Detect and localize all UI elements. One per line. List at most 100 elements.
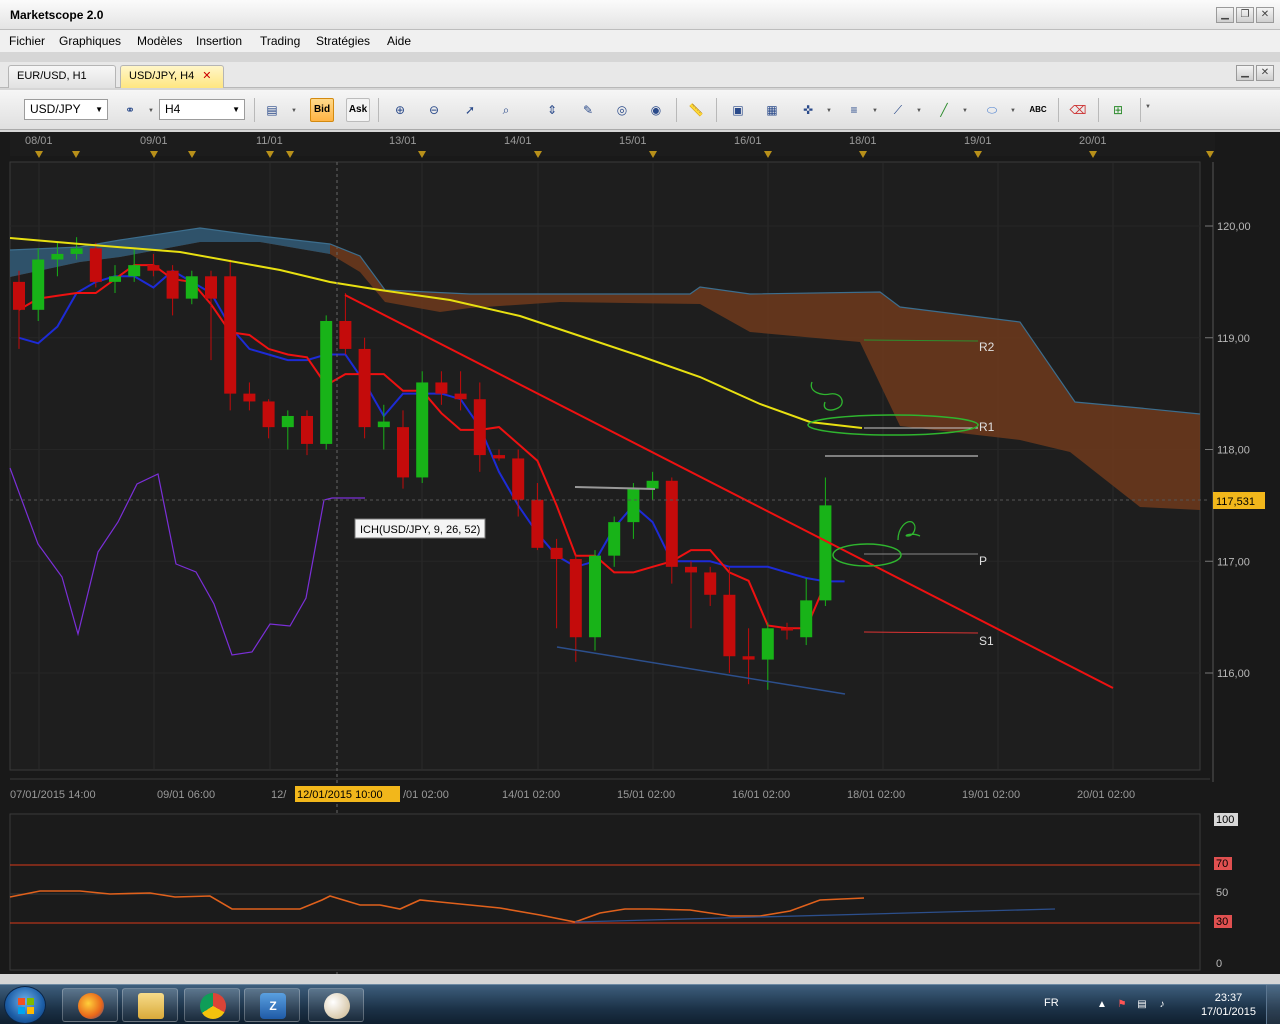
link-charts-icon[interactable]: ⚭	[118, 98, 142, 122]
candle-body[interactable]	[397, 427, 409, 478]
candle-body[interactable]	[435, 382, 448, 394]
dropdown-arrow-icon[interactable]: ▼	[872, 108, 878, 114]
firefox-taskbar-button[interactable]	[62, 988, 118, 1022]
close-button[interactable]: ✕	[1256, 7, 1274, 23]
candle-body[interactable]	[685, 566, 697, 573]
magnifier-icon[interactable]: ⌕	[494, 98, 518, 122]
ruler-icon[interactable]: 📏	[684, 98, 708, 122]
fan-lines-icon[interactable]: ⟋	[886, 98, 910, 122]
candle-body[interactable]	[627, 488, 640, 523]
start-button[interactable]	[4, 986, 46, 1024]
zoom-in-icon[interactable]: ⊕	[388, 98, 412, 122]
candle-body[interactable]	[262, 401, 275, 428]
price-chart[interactable]: ICH(USD/JPY, 9, 26, 52) R2 R1 P S1 120,0…	[0, 132, 1280, 974]
dropdown-arrow-icon[interactable]: ▼	[916, 108, 922, 114]
candle-body[interactable]	[761, 628, 774, 660]
menu-graphiques[interactable]: Graphiques	[59, 34, 121, 48]
candle-body[interactable]	[569, 559, 582, 638]
candle-body[interactable]	[742, 656, 755, 660]
dropdown-arrow-icon[interactable]: ▼	[291, 108, 297, 114]
menu-insertion[interactable]: Insertion	[196, 34, 242, 48]
language-indicator[interactable]: FR	[1044, 997, 1059, 1009]
candle-body[interactable]	[512, 458, 525, 500]
tab-eurusd-h1[interactable]: EUR/USD, H1	[8, 65, 116, 88]
candle-body[interactable]	[531, 499, 544, 548]
candle-body[interactable]	[301, 415, 313, 444]
dropdown-arrow-icon[interactable]: ▼	[1010, 108, 1016, 114]
show-hidden-icons-icon[interactable]: ▲	[1096, 999, 1108, 1011]
chart-container[interactable]: ICH(USD/JPY, 9, 26, 52) R2 R1 P S1 120,0…	[0, 132, 1280, 974]
tab-usdjpy-h4[interactable]: USD/JPY, H4 ✕	[120, 65, 224, 88]
timeframe-select[interactable]: H4 ▼	[159, 99, 245, 120]
candle-body[interactable]	[185, 276, 198, 299]
minimize-button[interactable]: ▁	[1216, 7, 1234, 23]
menu-strategies[interactable]: Stratégies	[316, 34, 370, 48]
candle-body[interactable]	[646, 480, 659, 489]
close-tab-icon[interactable]: ✕	[202, 70, 211, 82]
candle-body[interactable]	[13, 281, 25, 310]
candle-body[interactable]	[243, 393, 256, 402]
candle-body[interactable]	[89, 248, 102, 282]
chrome-taskbar-button[interactable]	[184, 988, 240, 1022]
candle-body[interactable]	[723, 594, 736, 657]
hierarchy-icon[interactable]: ⊞	[1106, 98, 1130, 122]
signal-icon[interactable]: ◎	[610, 98, 634, 122]
candle-body[interactable]	[781, 628, 793, 631]
paint-taskbar-button[interactable]	[308, 988, 364, 1022]
template-icon[interactable]: ▦	[760, 98, 784, 122]
eraser-icon[interactable]: ⌫	[1066, 98, 1090, 122]
text-tool-icon[interactable]: ABC	[1026, 98, 1050, 122]
candle-body[interactable]	[51, 253, 64, 260]
candle-body[interactable]	[32, 259, 45, 310]
cursor-icon[interactable]: ➚	[458, 98, 482, 122]
candle-body[interactable]	[109, 276, 121, 282]
dropdown-arrow-icon[interactable]: ▼	[148, 108, 154, 114]
toolbar-overflow-icon[interactable]: ▼	[1145, 104, 1151, 110]
restore-button[interactable]: ❐	[1236, 7, 1254, 23]
candle-body[interactable]	[70, 248, 83, 254]
horizontal-line-icon[interactable]: ≡	[842, 98, 866, 122]
chart-type-icon[interactable]: ▤	[260, 98, 284, 122]
zoom-out-icon[interactable]: ⊖	[422, 98, 446, 122]
candle-body[interactable]	[416, 382, 429, 478]
menu-trading[interactable]: Trading	[260, 34, 300, 48]
trend-line-icon[interactable]: ╱	[932, 98, 956, 122]
volume-icon[interactable]: ♪	[1156, 999, 1168, 1011]
candle-body[interactable]	[320, 320, 333, 444]
explorer-taskbar-button[interactable]	[122, 988, 178, 1022]
menu-modeles[interactable]: Modèles	[137, 34, 182, 48]
network-icon[interactable]: ▤	[1136, 999, 1148, 1011]
dropdown-arrow-icon[interactable]: ▼	[962, 108, 968, 114]
candle-body[interactable]	[608, 522, 621, 556]
candle-body[interactable]	[473, 399, 486, 456]
scale-icon[interactable]: ⇕	[540, 98, 564, 122]
crosshair-icon[interactable]: ✜	[796, 98, 820, 122]
menu-fichier[interactable]: Fichier	[9, 34, 45, 48]
candle-body[interactable]	[128, 265, 141, 277]
flag-icon[interactable]: ⚑	[1116, 999, 1128, 1011]
candle-body[interactable]	[800, 600, 813, 638]
clock[interactable]: 23:37 17/01/2015	[1201, 991, 1256, 1019]
candle-body[interactable]	[339, 320, 352, 349]
candle-body[interactable]	[704, 572, 717, 595]
candle-body[interactable]	[589, 555, 601, 638]
candle-body[interactable]	[493, 455, 505, 459]
candle-body[interactable]	[665, 480, 678, 567]
bid-button[interactable]: Bid	[310, 98, 334, 122]
candle-body[interactable]	[819, 505, 832, 601]
chart-minimize-button[interactable]: ▁	[1236, 65, 1254, 81]
ellipse-icon[interactable]: ⬭	[980, 98, 1004, 122]
candle-body[interactable]	[454, 393, 467, 400]
edit-chart-icon[interactable]: ✎	[576, 98, 600, 122]
candle-body[interactable]	[166, 270, 179, 299]
menu-aide[interactable]: Aide	[387, 34, 411, 48]
ask-button[interactable]: Ask	[346, 98, 370, 122]
zoho-taskbar-button[interactable]: Z	[244, 988, 300, 1022]
dropdown-arrow-icon[interactable]: ▼	[826, 108, 832, 114]
show-desktop-button[interactable]	[1266, 985, 1280, 1024]
candle-body[interactable]	[550, 547, 563, 560]
image-icon[interactable]: ▣	[726, 98, 750, 122]
candle-body[interactable]	[377, 421, 390, 428]
instrument-select[interactable]: USD/JPY ▼	[24, 99, 108, 120]
candle-body[interactable]	[147, 265, 160, 271]
